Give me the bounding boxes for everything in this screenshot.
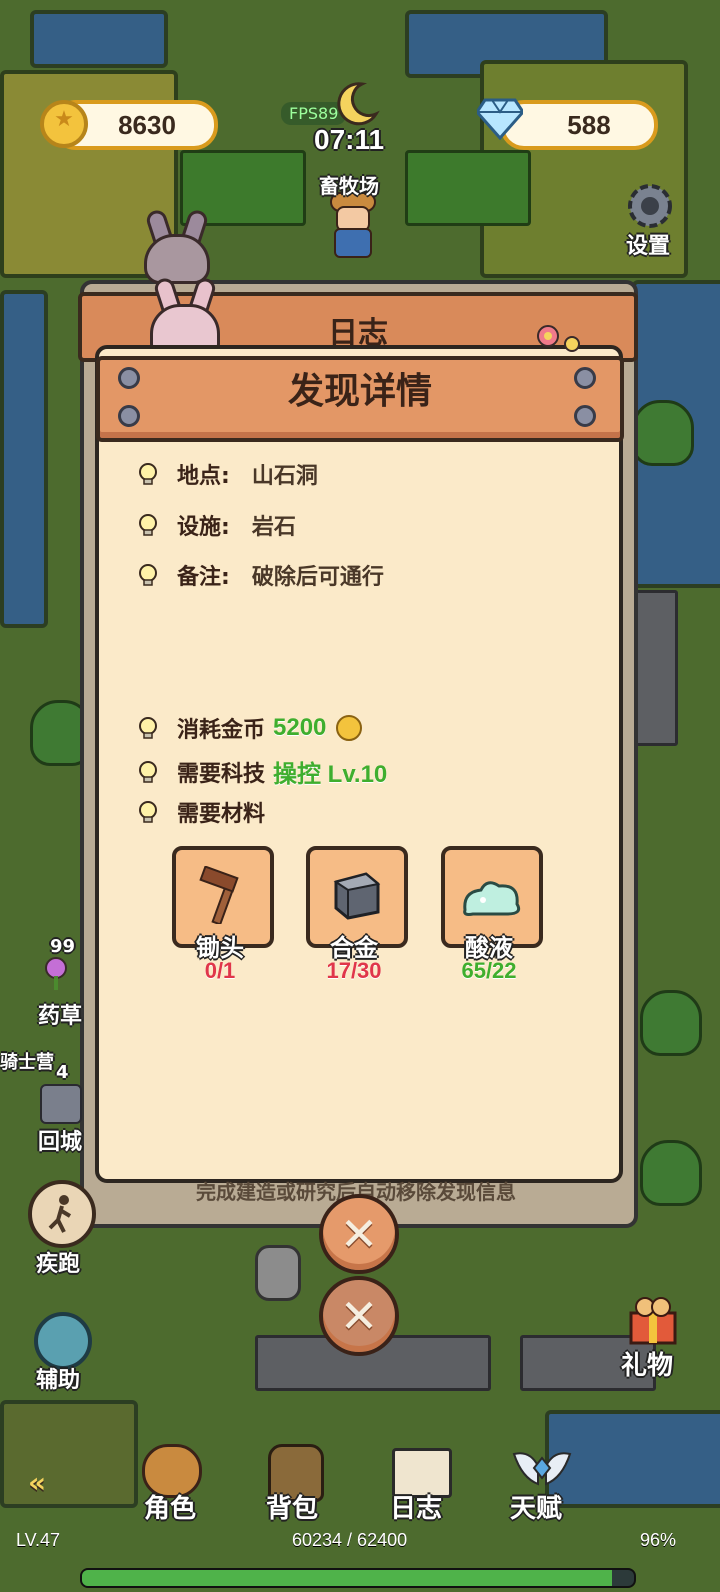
gem-amount: 588 — [567, 109, 611, 140]
nav-backpack[interactable]: 背包 — [258, 1440, 338, 1530]
lightbulb-icon — [135, 759, 161, 785]
tech-row: 需要科技 操控 Lv.10 — [135, 754, 387, 789]
player-level: LV.47 — [16, 1530, 61, 1550]
coin-amount: 8630 — [118, 109, 176, 140]
lightbulb-icon — [135, 461, 161, 487]
bunny-mascot — [140, 207, 210, 284]
info-row-location: 地点: 山石洞 — [135, 458, 318, 490]
gift-icon — [629, 1297, 677, 1345]
alloy-cube-icon — [333, 872, 381, 920]
cost-value: 5200 — [273, 714, 327, 741]
nav-character[interactable]: 角色 — [132, 1440, 212, 1530]
gift-label: 礼物 — [621, 1351, 674, 1381]
scroll-icon — [40, 1084, 82, 1124]
gift-button[interactable]: 礼物 — [615, 1295, 695, 1385]
return-label: 回城 — [38, 1130, 83, 1155]
diamond-icon — [477, 98, 523, 140]
nav-talent[interactable]: 天赋 — [506, 1440, 586, 1530]
location-label: 地点: — [177, 464, 230, 489]
sprint-label: 疾跑 — [36, 1252, 81, 1277]
gear-icon — [628, 184, 672, 228]
assist-label: 辅助 — [36, 1368, 81, 1393]
nav-journal[interactable]: 日志 — [382, 1440, 462, 1530]
lightbulb-icon — [135, 715, 161, 741]
herb-count: 99 — [50, 936, 76, 957]
settings-button[interactable]: 设置 — [618, 178, 686, 259]
acid-slime-icon — [463, 881, 521, 916]
lightbulb-icon — [135, 512, 161, 538]
material-count: 65/22 — [461, 958, 517, 983]
return-count: 4 — [56, 1062, 69, 1083]
player-character[interactable] — [326, 192, 376, 258]
double-chevron-left-icon: « — [28, 1466, 47, 1499]
gem-counter[interactable]: 588 — [500, 100, 658, 150]
sprint-icon — [28, 1180, 96, 1248]
info-row-facility: 设施: 岩石 — [135, 509, 296, 541]
tech-label: 需要科技 — [177, 761, 266, 787]
xp-progress-bar — [80, 1568, 636, 1588]
nav-label: 天赋 — [510, 1494, 563, 1524]
assist-button[interactable]: 辅助 — [28, 1312, 98, 1393]
facility-label: 设施: — [177, 515, 230, 540]
close-button[interactable]: ✕ — [319, 1194, 399, 1274]
note-value: 破除后可通行 — [251, 565, 384, 590]
talent-icon — [512, 1452, 572, 1486]
hedge — [405, 150, 531, 226]
xp-text: 60234 / 62400 — [292, 1530, 408, 1550]
tree — [632, 400, 694, 466]
coin-icon — [336, 715, 363, 741]
materials-row: 需要材料 — [135, 796, 265, 828]
lightbulb-icon — [135, 799, 161, 825]
return-city-button[interactable]: 4 回城 — [30, 1062, 86, 1155]
xp-percent: 96% — [640, 1530, 677, 1550]
flower-decoration — [537, 325, 580, 352]
coin-icon — [40, 100, 88, 148]
water-tile — [0, 290, 48, 628]
game-clock: 07:11 — [314, 124, 385, 155]
tree — [640, 1140, 702, 1206]
tree — [640, 990, 702, 1056]
materials-label: 需要材料 — [177, 802, 266, 827]
tech-value: 操控 Lv.10 — [273, 761, 388, 788]
location-value: 山石洞 — [251, 464, 318, 489]
stone-gate — [632, 590, 678, 746]
material-count: 0/1 — [204, 958, 236, 983]
info-row-note: 备注: 破除后可通行 — [135, 559, 384, 591]
close-icon: ✕ — [339, 1207, 379, 1261]
location-label: 畜牧场 — [319, 174, 379, 198]
xp-progress-fill — [82, 1570, 612, 1586]
rock-icon[interactable] — [255, 1245, 301, 1301]
close-journal-button[interactable]: ✕ — [319, 1276, 399, 1356]
note-label: 备注: — [177, 565, 230, 590]
sprint-button[interactable]: 疾跑 — [20, 1180, 106, 1277]
cost-row: 消耗金币 5200 — [135, 712, 363, 744]
herb-shortcut[interactable]: 99 药草 — [28, 936, 84, 1029]
nav-label: 日志 — [390, 1494, 443, 1524]
cost-label: 消耗金币 — [177, 718, 266, 743]
water-tile — [30, 10, 168, 68]
close-icon: ✕ — [339, 1289, 379, 1343]
nav-label: 角色 — [144, 1494, 197, 1524]
herb-label: 药草 — [38, 1004, 83, 1029]
nav-label: 背包 — [266, 1494, 319, 1524]
settings-label: 设置 — [626, 234, 671, 259]
herb-icon — [45, 957, 67, 990]
facility-value: 岩石 — [251, 515, 296, 540]
lightbulb-icon — [135, 562, 161, 588]
moon-icon — [337, 82, 380, 126]
hoe-icon — [199, 866, 239, 924]
collapse-button[interactable]: « — [28, 1466, 92, 1499]
dialog-title: 发现详情 — [287, 371, 432, 412]
material-count: 17/30 — [326, 958, 382, 983]
